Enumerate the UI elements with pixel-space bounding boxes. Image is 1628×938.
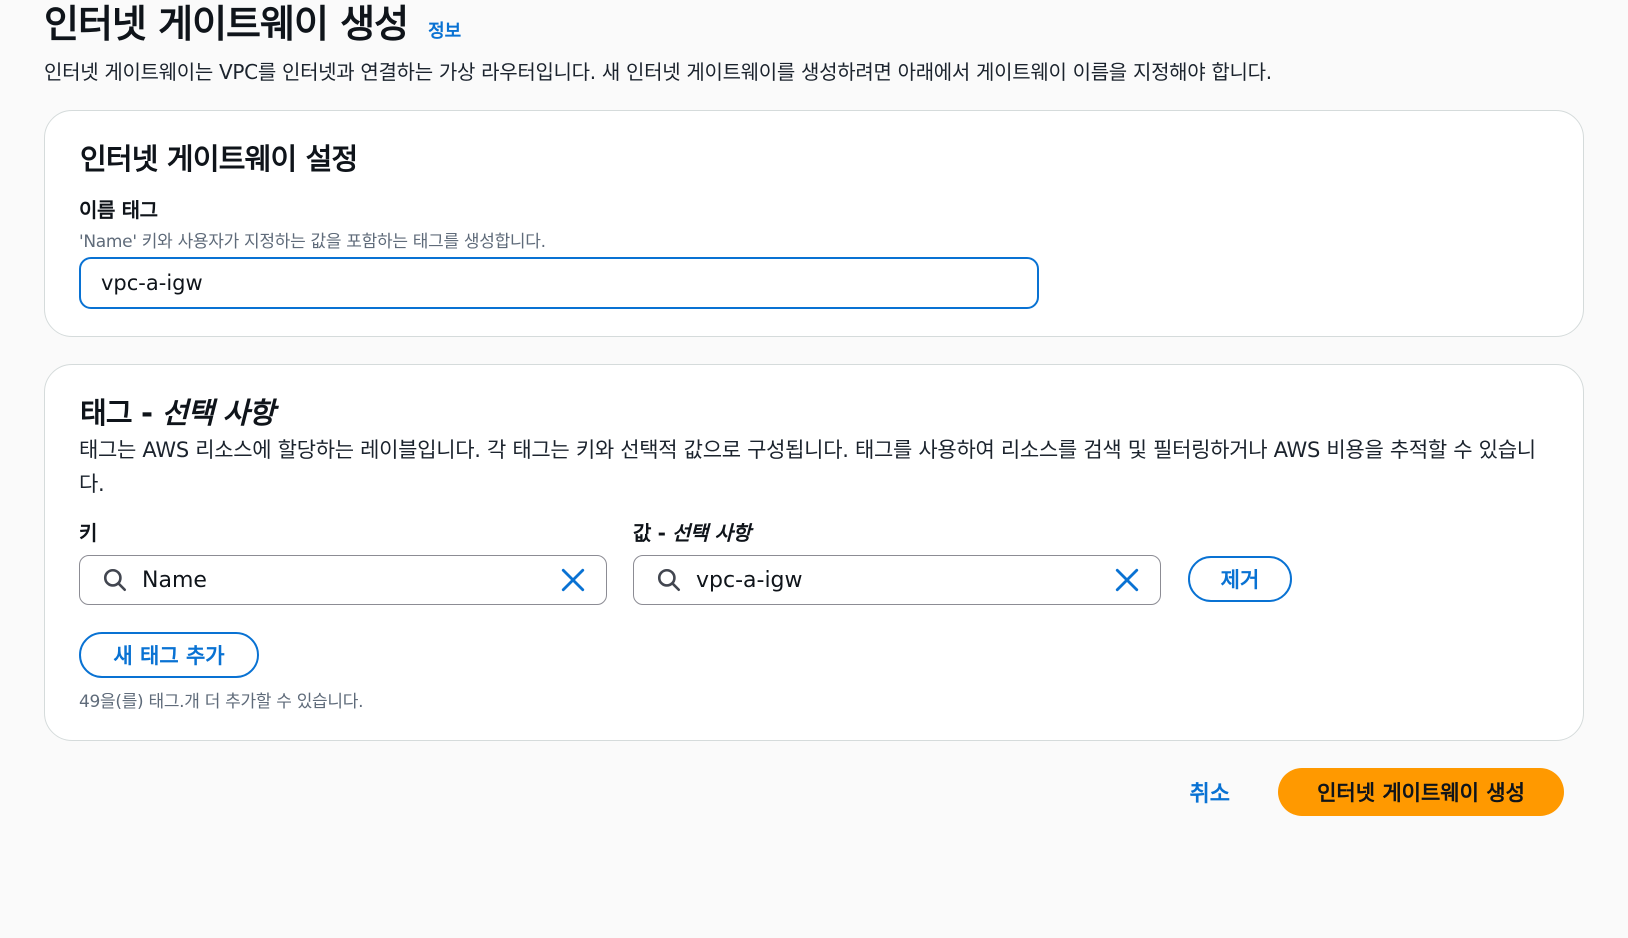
cancel-button[interactable]: 취소 (1184, 775, 1236, 809)
tags-title-main: 태그 - (80, 396, 162, 430)
search-icon (657, 568, 681, 592)
tag-value-input[interactable]: vpc-a-igw (633, 555, 1161, 605)
tag-key-value: Name (142, 567, 207, 593)
remove-tag-button[interactable]: 제거 (1188, 556, 1292, 602)
name-tag-description: 'Name' 키와 사용자가 지정하는 값을 포함하는 태그를 생성합니다. (79, 232, 546, 252)
page-description: 인터넷 게이트웨이는 VPC를 인터넷과 연결하는 가상 라우터입니다. 새 인… (44, 60, 1272, 84)
tag-value-label: 값 - 선택 사항 (633, 517, 751, 546)
tags-panel: 태그 - 선택 사항 태그는 AWS 리소스에 할당하는 레이블입니다. 각 태… (44, 364, 1584, 741)
tag-value-value: vpc-a-igw (696, 567, 803, 593)
settings-panel-title: 인터넷 게이트웨이 설정 (80, 142, 358, 176)
page-header: 인터넷 게이트웨이 생성 정보 인터넷 게이트웨이는 VPC를 인터넷과 연결하… (44, 0, 1272, 85)
name-tag-input[interactable] (79, 257, 1039, 309)
page-title-row: 인터넷 게이트웨이 생성 정보 (44, 0, 1272, 50)
close-icon[interactable] (560, 567, 586, 593)
tag-value-label-optional: 선택 사항 (672, 521, 751, 545)
tag-value-label-main: 값 - (633, 521, 673, 545)
tags-description: 태그는 AWS 리소스에 할당하는 레이블입니다. 각 태그는 키와 선택적 값… (79, 438, 1536, 496)
gateway-settings-panel: 인터넷 게이트웨이 설정 이름 태그 'Name' 키와 사용자가 지정하는 값… (44, 110, 1584, 337)
page-title: 인터넷 게이트웨이 생성 (44, 2, 409, 46)
add-tag-button[interactable]: 새 태그 추가 (79, 632, 259, 678)
footer-actions: 취소 인터넷 게이트웨이 생성 (1184, 768, 1564, 816)
tags-panel-title: 태그 - 선택 사항 (80, 390, 276, 432)
create-gateway-button[interactable]: 인터넷 게이트웨이 생성 (1278, 768, 1564, 816)
info-link[interactable]: 정보 (428, 17, 461, 43)
tag-key-input[interactable]: Name (79, 555, 607, 605)
tag-limit-text: 49을(를) 태그.개 더 추가할 수 있습니다. (79, 692, 364, 712)
search-icon (103, 568, 127, 592)
tags-title-optional: 선택 사항 (161, 396, 276, 430)
tag-key-label: 키 (79, 521, 97, 545)
name-tag-label: 이름 태그 (79, 198, 158, 222)
close-icon[interactable] (1114, 567, 1140, 593)
